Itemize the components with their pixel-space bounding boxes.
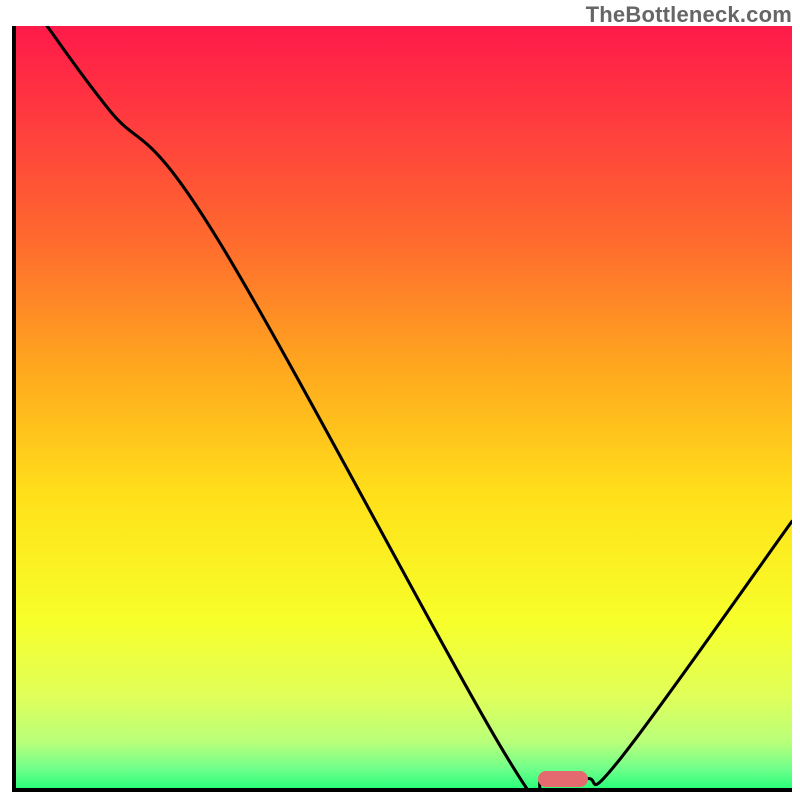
gradient-background	[16, 26, 792, 788]
plot-svg	[16, 26, 792, 788]
optimal-range-marker	[538, 771, 588, 787]
chart-container: TheBottleneck.com	[0, 0, 800, 800]
plot-area	[12, 26, 792, 792]
watermark-text: TheBottleneck.com	[586, 2, 792, 28]
